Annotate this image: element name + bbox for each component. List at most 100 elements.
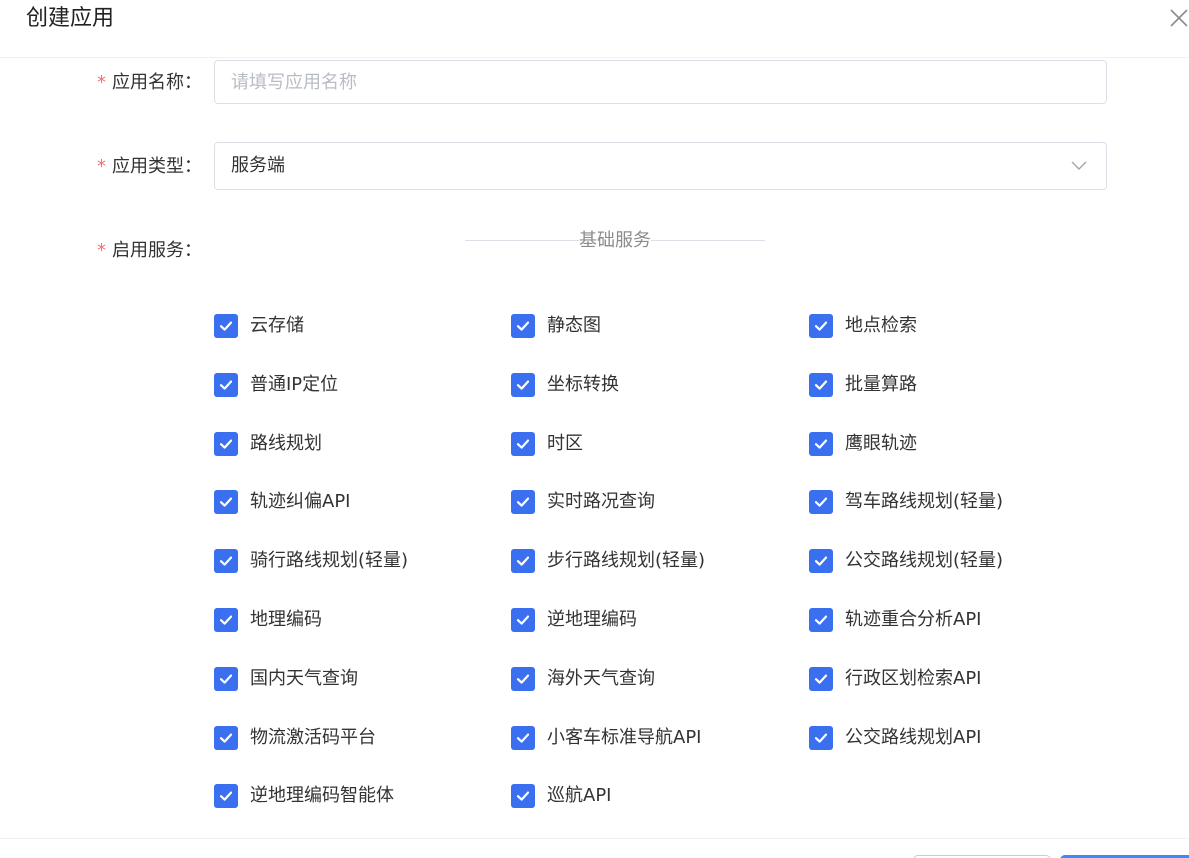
service-checkbox[interactable]: 行政区划检索API xyxy=(809,666,1109,693)
service-label: 小客车标准导航API xyxy=(547,726,702,748)
close-icon[interactable] xyxy=(1167,6,1189,30)
required-mark: * xyxy=(97,156,106,177)
checkbox-checked-icon[interactable] xyxy=(809,431,833,456)
checkbox-checked-icon[interactable] xyxy=(214,784,238,809)
checkbox-checked-icon[interactable] xyxy=(809,314,833,338)
service-checkbox[interactable]: 海外天气查询 xyxy=(511,666,809,693)
required-mark: * xyxy=(97,72,106,93)
checkbox-checked-icon[interactable] xyxy=(809,725,833,750)
checkbox-checked-icon[interactable] xyxy=(809,490,833,515)
checkbox-checked-icon[interactable] xyxy=(511,490,535,515)
service-label: 普通IP定位 xyxy=(250,373,339,395)
service-label: 地理编码 xyxy=(250,608,322,630)
app-name-label: * 应用名称： xyxy=(97,71,202,95)
checkbox-checked-icon[interactable] xyxy=(809,549,833,574)
checkbox-checked-icon[interactable] xyxy=(214,607,238,632)
services-label: * 启用服务： xyxy=(97,239,202,263)
service-checkbox[interactable]: 公交路线规划API xyxy=(809,725,1109,752)
service-checkbox[interactable]: 路线规划 xyxy=(214,431,511,458)
checkbox-checked-icon[interactable] xyxy=(809,372,833,397)
checkbox-checked-icon[interactable] xyxy=(511,666,535,691)
checkbox-checked-icon[interactable] xyxy=(511,607,535,632)
label-colon: ： xyxy=(184,240,202,261)
checkbox-checked-icon[interactable] xyxy=(511,549,535,574)
service-checkbox[interactable]: 骑行路线规划(轻量) xyxy=(214,549,511,575)
checkbox-checked-icon[interactable] xyxy=(511,372,535,397)
service-label: 驾车路线规划(轻量) xyxy=(845,491,1004,513)
checkbox-checked-icon[interactable] xyxy=(809,666,833,691)
service-checkbox[interactable]: 物流激活码平台 xyxy=(214,725,511,752)
service-label: 轨迹重合分析API xyxy=(845,608,982,630)
label-colon: ： xyxy=(184,156,202,177)
service-checkbox[interactable]: 鹰眼轨迹 xyxy=(809,431,1109,458)
checkbox-checked-icon[interactable] xyxy=(511,784,535,809)
service-label: 轨迹纠偏API xyxy=(250,491,351,513)
services-checkbox-group: 云存储 静态图 地点检索普通IP定位 坐标转换 批量算路路线规划 时区 鹰眼轨迹轨迹纠偏AP… xyxy=(214,314,1114,843)
service-label: 实时路况查询 xyxy=(547,491,655,513)
service-checkbox[interactable]: 国内天气查询 xyxy=(214,666,511,693)
checkbox-checked-icon[interactable] xyxy=(214,372,238,397)
service-label: 静态图 xyxy=(547,315,601,336)
service-label: 地点检索 xyxy=(845,315,917,336)
service-checkbox[interactable]: 普通IP定位 xyxy=(214,372,511,399)
service-checkbox[interactable]: 坐标转换 xyxy=(511,372,809,399)
service-checkbox[interactable]: 轨迹重合分析API xyxy=(809,607,1109,634)
create-app-dialog: 创建应用 *应用名称： *应用类型： 服务端 *启用服务： 基础服务 云存储静态… xyxy=(0,0,1189,858)
service-label: 物流激活码平台 xyxy=(250,726,376,748)
service-label: 公交路线规划API xyxy=(845,726,982,748)
service-checkbox[interactable]: 地理编码 xyxy=(214,607,511,634)
service-checkbox[interactable]: 步行路线规划(轻量) xyxy=(511,549,809,575)
service-checkbox[interactable]: 驾车路线规划(轻量) xyxy=(809,490,1109,516)
label-colon: ： xyxy=(184,72,202,93)
checkbox-checked-icon[interactable] xyxy=(809,607,833,632)
service-checkbox[interactable]: 批量算路 xyxy=(809,372,1109,399)
service-label: 海外天气查询 xyxy=(547,667,655,689)
service-checkbox[interactable]: 静态图 xyxy=(511,314,809,340)
checkbox-checked-icon[interactable] xyxy=(214,314,238,338)
app-type-select[interactable]: 服务端 xyxy=(214,142,1107,190)
service-label: 行政区划检索API xyxy=(845,667,982,689)
dialog-header: 创建应用 xyxy=(0,0,1189,58)
service-label: 国内天气查询 xyxy=(250,667,358,689)
service-checkbox[interactable]: 公交路线规划(轻量) xyxy=(809,549,1109,575)
section-divider: 基础服务 xyxy=(465,229,765,253)
service-checkbox[interactable]: 逆地理编码智能体 xyxy=(214,784,511,810)
services-label-text: 启用服务 xyxy=(112,240,184,261)
service-checkbox[interactable]: 逆地理编码 xyxy=(511,607,809,634)
app-name-input[interactable] xyxy=(215,61,1106,103)
service-label: 路线规划 xyxy=(250,432,322,454)
checkbox-checked-icon[interactable] xyxy=(214,666,238,691)
dialog-footer xyxy=(0,838,1189,858)
service-label: 时区 xyxy=(547,432,583,454)
app-type-label: * 应用类型： xyxy=(97,155,202,179)
app-type-label-text: 应用类型 xyxy=(112,156,184,177)
app-name-field xyxy=(214,60,1107,104)
service-label: 逆地理编码智能体 xyxy=(250,785,394,807)
checkbox-checked-icon[interactable] xyxy=(214,725,238,750)
service-checkbox[interactable]: 小客车标准导航API xyxy=(511,725,809,752)
checkbox-checked-icon[interactable] xyxy=(511,431,535,456)
app-type-selected-value: 服务端 xyxy=(231,155,285,176)
required-mark: * xyxy=(97,240,106,261)
service-label: 逆地理编码 xyxy=(547,608,637,630)
service-checkbox[interactable]: 云存储 xyxy=(214,314,511,340)
chevron-down-icon xyxy=(1071,161,1087,170)
section-title: 基础服务 xyxy=(579,229,651,253)
checkbox-checked-icon[interactable] xyxy=(511,725,535,750)
service-label: 骑行路线规划(轻量) xyxy=(250,550,409,572)
service-checkbox[interactable]: 地点检索 xyxy=(809,314,1109,340)
service-checkbox[interactable]: 巡航API xyxy=(511,784,809,810)
service-label: 坐标转换 xyxy=(547,373,619,395)
service-label: 批量算路 xyxy=(845,373,917,395)
service-label: 云存储 xyxy=(250,315,304,336)
checkbox-checked-icon[interactable] xyxy=(214,431,238,456)
service-checkbox[interactable]: 实时路况查询 xyxy=(511,490,809,516)
checkbox-checked-icon[interactable] xyxy=(214,549,238,574)
checkbox-checked-icon[interactable] xyxy=(511,314,535,338)
service-checkbox[interactable]: 轨迹纠偏API xyxy=(214,490,511,516)
checkbox-checked-icon[interactable] xyxy=(214,490,238,515)
service-label: 鹰眼轨迹 xyxy=(845,432,917,454)
service-label: 步行路线规划(轻量) xyxy=(547,550,706,572)
service-checkbox[interactable]: 时区 xyxy=(511,431,809,458)
service-label: 巡航API xyxy=(547,785,612,807)
